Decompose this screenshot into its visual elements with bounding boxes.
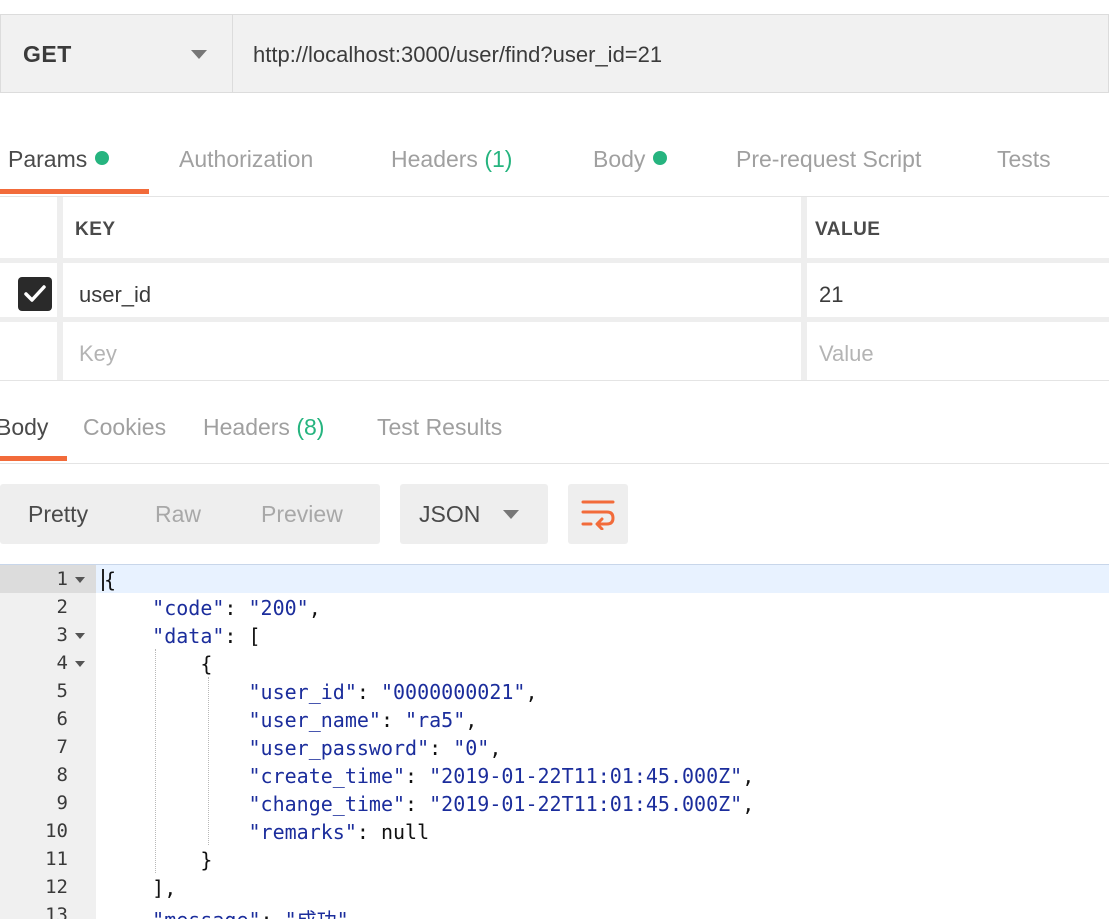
code-line: 12 ], — [0, 873, 1109, 901]
response-tab-headers-count: (8) — [296, 414, 325, 440]
method-label: GET — [23, 41, 72, 67]
chevron-down-icon — [503, 510, 519, 519]
table-row: user_id 21 — [0, 263, 1109, 320]
code-text: "user_password": "0", — [248, 736, 502, 760]
tab-tests[interactable]: Tests — [997, 146, 1051, 173]
line-number: 12 — [45, 876, 68, 898]
line-number: 5 — [56, 680, 68, 702]
code-text: ], — [104, 876, 177, 900]
code-text: "message": "成功" — [104, 904, 349, 919]
active-response-tab-indicator — [0, 456, 67, 461]
tab-headers[interactable]: Headers (1) — [391, 146, 512, 173]
chevron-down-icon — [191, 50, 207, 59]
response-tab-headers[interactable]: Headers (8) — [203, 414, 324, 441]
code-line: 9 "change_time": "2019-01-22T11:01:45.00… — [0, 789, 1109, 817]
tab-authorization-label: Authorization — [179, 146, 314, 172]
code-line: 8 "create_time": "2019-01-22T11:01:45.00… — [0, 761, 1109, 789]
response-tab-test-results[interactable]: Test Results — [377, 414, 502, 441]
line-number: 2 — [56, 596, 68, 618]
tab-pre-request-script-label: Pre-request Script — [736, 146, 922, 172]
code-text: "code": "200", — [152, 596, 321, 620]
params-header-row: KEY VALUE — [0, 197, 1109, 259]
code-line: 3 "data": [ — [0, 621, 1109, 649]
status-dot — [653, 151, 668, 165]
response-tab-headers-label: Headers — [203, 414, 290, 440]
code-text: { — [104, 652, 213, 676]
response-tab-body[interactable]: Body — [0, 414, 48, 441]
code-line: 1{ — [0, 565, 1109, 593]
code-text: "data": [ — [152, 624, 261, 648]
line-number: 11 — [45, 848, 68, 870]
method-dropdown[interactable]: GET — [0, 14, 232, 93]
fold-toggle-icon[interactable] — [75, 577, 85, 583]
code-text: "remarks": null — [248, 820, 430, 844]
new-key-input[interactable]: Key — [79, 341, 117, 367]
code-line: 2 "code": "200", — [0, 593, 1109, 621]
code-line: 7 "user_password": "0", — [0, 733, 1109, 761]
line-number: 6 — [56, 708, 68, 730]
code-text: "change_time": "2019-01-22T11:01:45.000Z… — [248, 792, 755, 816]
tab-headers-count: (1) — [484, 146, 513, 172]
line-number: 1 — [56, 568, 68, 590]
code-line: 5 "user_id": "0000000021", — [0, 677, 1109, 705]
param-key-input[interactable]: user_id — [79, 282, 151, 308]
view-mode-segmented-control: Pretty Raw Preview — [0, 484, 380, 544]
code-line: 10 "remarks": null — [0, 817, 1109, 845]
line-number: 9 — [56, 792, 68, 814]
param-value-input[interactable]: 21 — [819, 282, 843, 308]
code-text: "user_name": "ra5", — [248, 708, 478, 732]
code-line: 6 "user_name": "ra5", — [0, 705, 1109, 733]
line-number: 10 — [45, 820, 68, 842]
line-number: 3 — [56, 624, 68, 646]
check-icon — [24, 285, 46, 302]
tab-params-label: Params — [8, 146, 88, 172]
url-input[interactable]: http://localhost:3000/user/find?user_id=… — [232, 14, 1109, 93]
line-number: 7 — [56, 736, 68, 758]
tab-pre-request-script[interactable]: Pre-request Script — [736, 146, 921, 173]
wrap-lines-button[interactable] — [568, 484, 628, 544]
code-text: "create_time": "2019-01-22T11:01:45.000Z… — [248, 764, 755, 788]
fold-toggle-icon[interactable] — [75, 661, 85, 667]
tab-headers-label: Headers — [391, 146, 478, 172]
format-label: JSON — [419, 501, 481, 527]
tab-authorization[interactable]: Authorization — [179, 146, 313, 173]
request-tabs: Params Authorization Headers (1) Body Pr… — [0, 120, 1109, 196]
request-bar: GET http://localhost:3000/user/find?user… — [0, 0, 1109, 110]
status-dot — [95, 151, 110, 165]
code-text: { — [104, 568, 117, 592]
code-line: 4 { — [0, 649, 1109, 677]
tab-body-label: Body — [593, 146, 646, 172]
view-mode-raw[interactable]: Raw — [155, 501, 201, 528]
view-mode-preview[interactable]: Preview — [261, 501, 343, 528]
code-line: 11 } — [0, 845, 1109, 873]
line-number: 13 — [45, 904, 68, 919]
tab-params[interactable]: Params — [8, 146, 110, 173]
format-dropdown[interactable]: JSON — [400, 484, 548, 544]
response-body-editor[interactable]: 1{2 "code": "200", 3 "data": [4 {5 "user_… — [0, 564, 1109, 919]
code-line: 13 "message": "成功" — [0, 901, 1109, 919]
active-tab-indicator — [0, 189, 149, 194]
line-number: 4 — [56, 652, 68, 674]
response-toolbar: Pretty Raw Preview JSON — [0, 484, 1109, 544]
code-text: } — [104, 848, 213, 872]
response-tabs: Body Cookies Headers (8) Test Results — [0, 380, 1109, 464]
view-mode-pretty[interactable]: Pretty — [28, 501, 88, 528]
line-number: 8 — [56, 764, 68, 786]
param-enabled-checkbox[interactable] — [18, 277, 52, 311]
key-column-header: KEY — [75, 219, 116, 240]
fold-toggle-icon[interactable] — [75, 633, 85, 639]
tab-body[interactable]: Body — [593, 146, 668, 173]
table-row-new: Key Value — [0, 322, 1109, 380]
response-tab-cookies[interactable]: Cookies — [83, 414, 166, 441]
tab-tests-label: Tests — [997, 146, 1051, 172]
code-text: "user_id": "0000000021", — [248, 680, 538, 704]
params-table: KEY VALUE user_id 21 Key Value — [0, 196, 1109, 380]
column-divider — [801, 197, 807, 380]
value-column-header: VALUE — [815, 219, 881, 240]
column-divider — [57, 197, 63, 380]
wrap-lines-icon — [581, 500, 615, 530]
new-value-input[interactable]: Value — [819, 341, 874, 367]
url-text: http://localhost:3000/user/find?user_id=… — [253, 42, 663, 67]
